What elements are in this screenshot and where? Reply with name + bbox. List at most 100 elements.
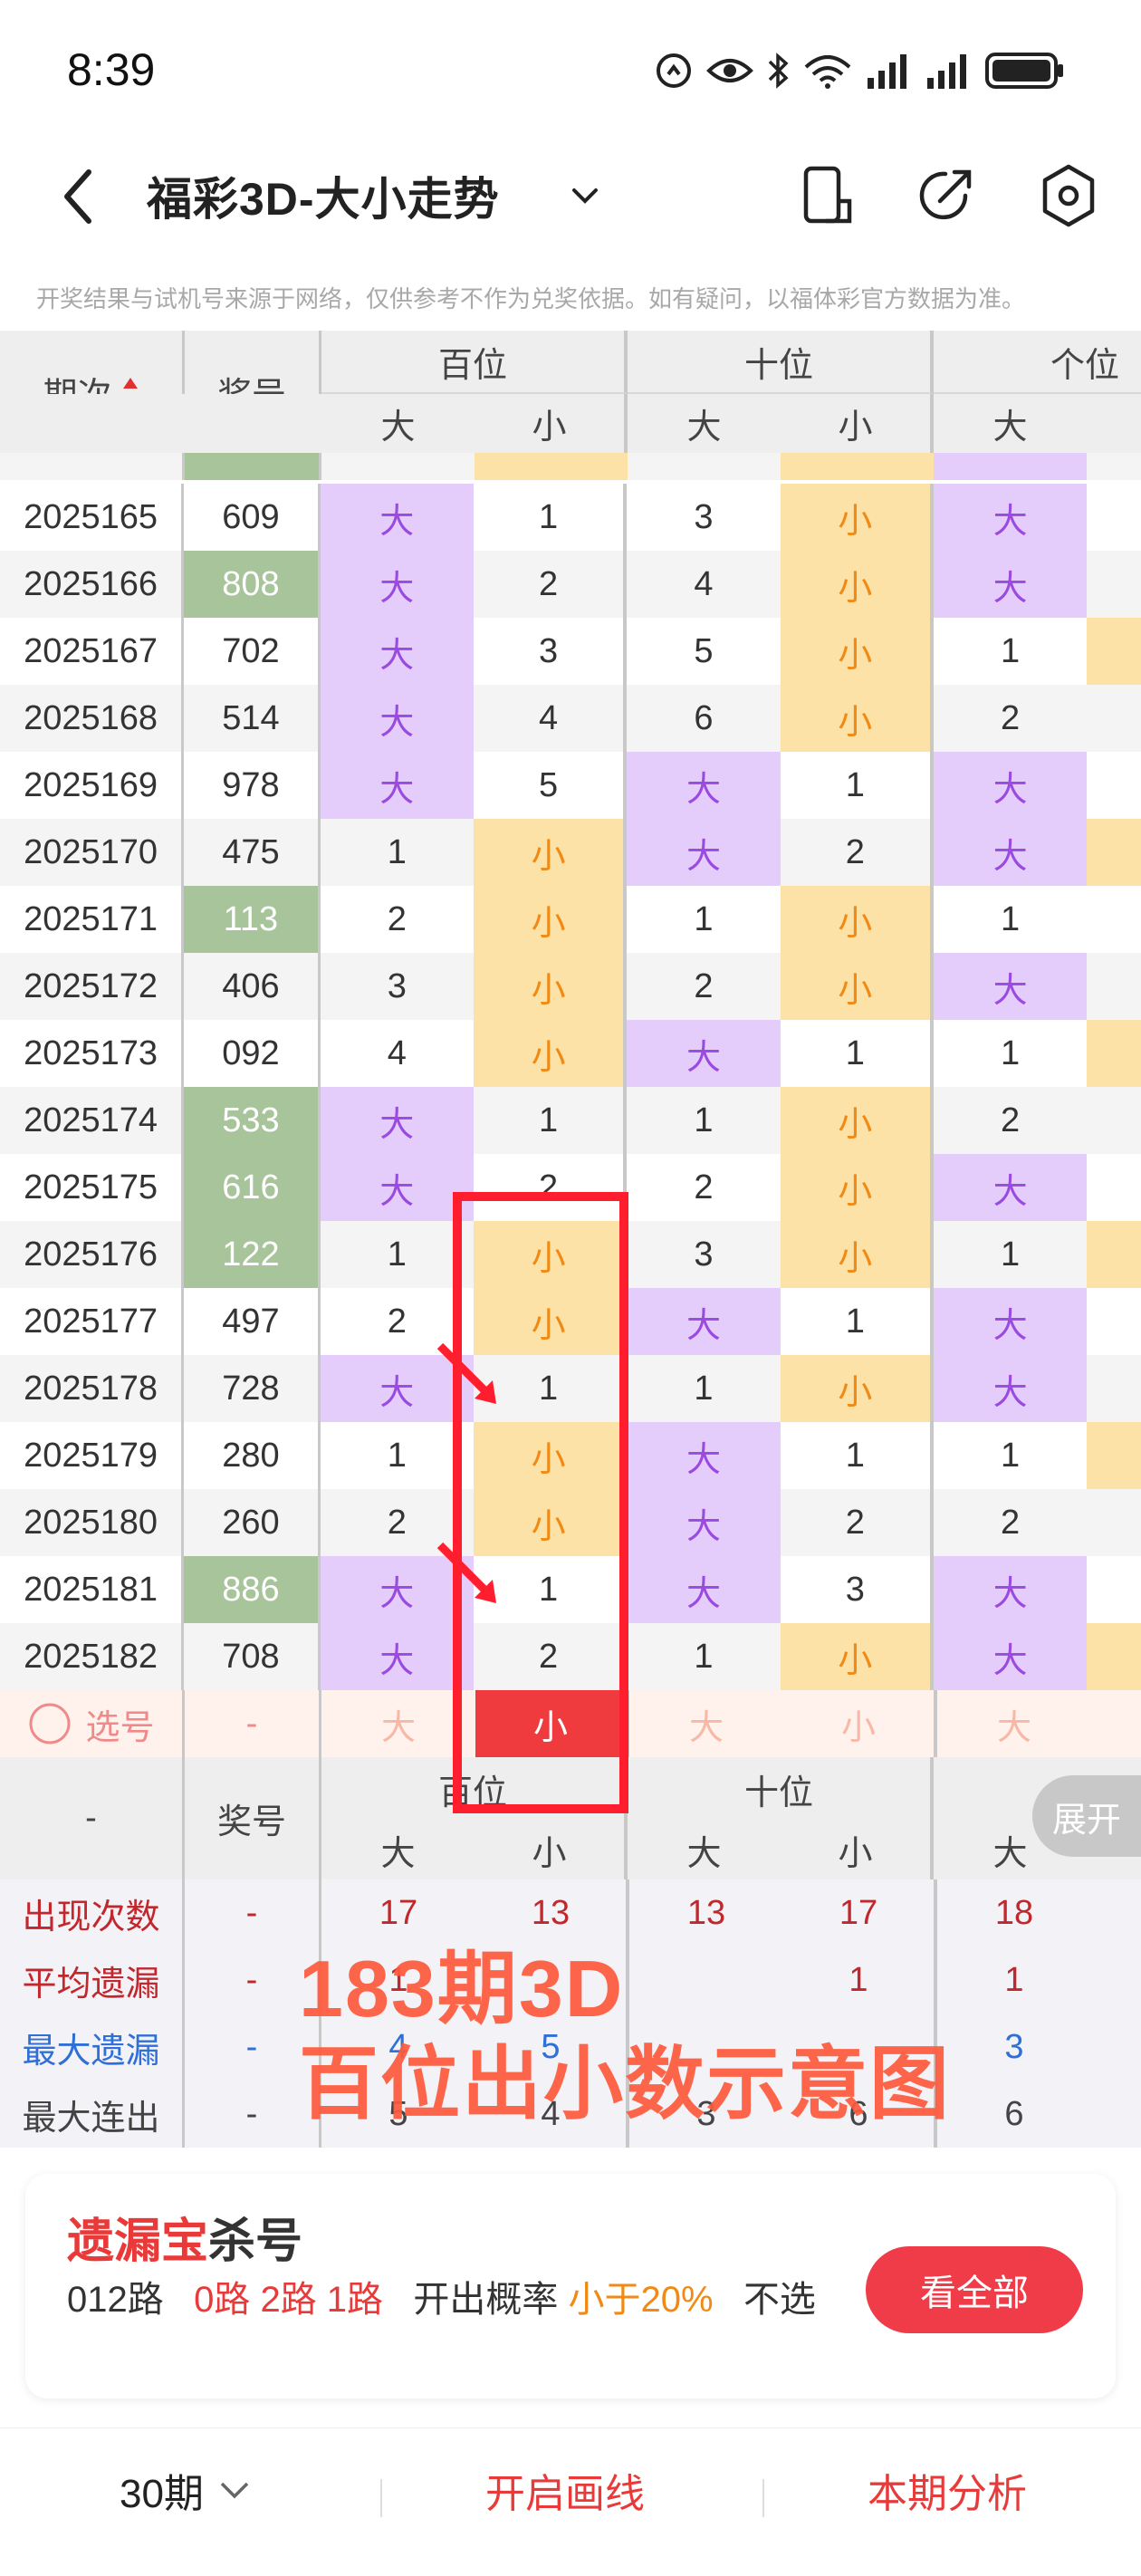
tens-big-cell: 大 (627, 1288, 781, 1355)
expand-button[interactable]: 展开 (1032, 1775, 1141, 1857)
device-switch-icon[interactable] (790, 159, 862, 232)
bottom-bar: 30期 开启画线 本期分析 (0, 2427, 1141, 2576)
hundreds-big-cell: 大 (320, 484, 474, 551)
table-row: 2025166 808 大 2 4 小大 (0, 551, 1141, 618)
alarm-icon (657, 53, 691, 88)
hundreds-big-cell: 大 (320, 685, 474, 752)
tens-small-cell: 1 (781, 1422, 934, 1489)
analysis-button[interactable]: 本期分析 (868, 2461, 1027, 2519)
wifi-icon (804, 55, 851, 89)
units-big-cell: 大 (933, 551, 1088, 618)
table-row: 2025165 609 大 1 3 小大 (0, 484, 1141, 551)
hundreds-big-cell: 1 (387, 1436, 407, 1475)
period-cell: 2025172 (24, 966, 158, 1005)
battery-icon (985, 53, 1063, 89)
number-cell: 728 (181, 1355, 321, 1422)
units-small-cell (1087, 1020, 1141, 1087)
chevron-down-icon[interactable] (567, 178, 603, 214)
units-small-cell (1087, 1489, 1141, 1556)
table-row: 2025173 092 4 小大 1 1 (0, 1020, 1141, 1087)
stats-value: 18 (994, 1893, 1034, 1932)
settings-icon[interactable] (1032, 159, 1105, 232)
tens-big-cell: 6 (694, 698, 714, 737)
units-small-cell (1087, 1556, 1141, 1623)
select-tens-small[interactable]: 小 (783, 1690, 937, 1757)
hundreds-big-cell: 大 (320, 618, 474, 685)
period-cell: 2025165 (24, 497, 158, 536)
tens-big-cell: 大 (627, 752, 781, 819)
promo-title-black: 杀号 (208, 2216, 303, 2268)
period-cell: 2025171 (24, 899, 158, 938)
units-big-cell: 大 (933, 752, 1088, 819)
promo-routes: 0路 2路 1路 (194, 2280, 384, 2320)
hundreds-small-cell: 3 (474, 618, 628, 685)
footer-dash: - (85, 1799, 97, 1837)
select-label-cell[interactable]: 选号 (0, 1690, 182, 1757)
select-units-big[interactable]: 大 (937, 1690, 1091, 1757)
number-cell: 702 (181, 618, 321, 685)
units-big-cell: 2 (1001, 1503, 1021, 1542)
period-cell: 2025180 (24, 1503, 158, 1542)
hundreds-big-cell: 3 (387, 966, 407, 1005)
overlay-subtitle: 百位出小数示意图 (299, 2039, 952, 2129)
units-small-cell (1087, 752, 1141, 819)
tens-big-cell: 2 (694, 966, 714, 1005)
arrow-annotation-1 (436, 1342, 496, 1404)
page-title[interactable]: 福彩3D-大小走势 (147, 163, 500, 228)
tens-small-cell: 3 (781, 1556, 934, 1623)
footer-tens-header: 十位 (628, 1757, 934, 1821)
units-small-cell (1087, 685, 1141, 752)
promo-text: 012路 0路 2路 1路 开出概率 小于20% 不选 (67, 2272, 864, 2328)
number-cell: 092 (181, 1020, 321, 1087)
stats-value: 13 (686, 1893, 726, 1932)
stats-value: 1 (1004, 1960, 1024, 1999)
tens-big-cell: 大 (627, 819, 781, 886)
view-all-button[interactable]: 看全部 (866, 2246, 1083, 2333)
units-small-cell (1087, 1355, 1141, 1422)
status-time: 8:39 (67, 44, 156, 95)
divider (762, 2479, 764, 2517)
tens-big-cell: 大 (627, 1422, 781, 1489)
hundreds-big-cell: 大 (320, 551, 474, 618)
table-row: 2025171 113 2 小 1 小 1 (0, 886, 1141, 953)
period-cell: 2025182 (24, 1637, 158, 1676)
select-tens-big[interactable]: 大 (629, 1690, 783, 1757)
units-big-cell: 大 (933, 1355, 1088, 1422)
divider (380, 2479, 382, 2517)
promo-not-select: 不选 (743, 2280, 816, 2320)
stats-value: 17 (783, 1879, 937, 1946)
units-big-cell: 大 (933, 953, 1088, 1020)
table-row: 2025167 702 大 3 5 小 1 (0, 618, 1141, 685)
periods-dropdown[interactable]: 30期 (120, 2461, 253, 2519)
signal-icon (868, 54, 906, 89)
hundreds-big-cell: 4 (387, 1033, 407, 1072)
tens-small-cell: 小 (780, 1221, 934, 1288)
promo-title-red: 遗漏宝 (67, 2216, 209, 2268)
radio-icon[interactable] (27, 1701, 72, 1746)
periods-label: 30期 (120, 2472, 204, 2516)
footer-tens-big: 大 (686, 1835, 722, 1873)
tens-big-cell: 大 (627, 1489, 781, 1556)
hundreds-small-header: 小 (475, 394, 628, 453)
back-arrow-icon[interactable] (53, 165, 107, 228)
footer-hundreds-big: 大 (380, 1835, 416, 1873)
table-row: 2025168 514 大 4 6 小 2 (0, 685, 1141, 752)
status-bar: 8:39 (0, 0, 1141, 136)
draw-line-button[interactable]: 开启画线 (485, 2461, 645, 2519)
number-cell: 514 (181, 685, 321, 752)
period-cell: 2025169 (24, 765, 158, 804)
tens-big-cell: 1 (694, 1637, 714, 1676)
units-small-cell (1087, 1087, 1141, 1154)
tens-header: 十位 (628, 331, 934, 394)
hundreds-small-cell: 2 (474, 551, 628, 618)
promo-title: 遗漏宝杀号 (67, 2203, 302, 2271)
units-small-cell (1087, 1422, 1141, 1489)
tens-small-cell: 小 (780, 1355, 934, 1422)
stats-value: 1 (783, 1946, 937, 2014)
tens-big-cell: 3 (694, 497, 714, 536)
tens-small-cell: 小 (780, 886, 934, 953)
table-header-row-2: 大 小 大 小 大 (0, 394, 1141, 453)
units-big-cell: 2 (1001, 1101, 1021, 1139)
share-icon[interactable] (909, 159, 982, 232)
units-big-cell: 2 (1001, 698, 1021, 737)
